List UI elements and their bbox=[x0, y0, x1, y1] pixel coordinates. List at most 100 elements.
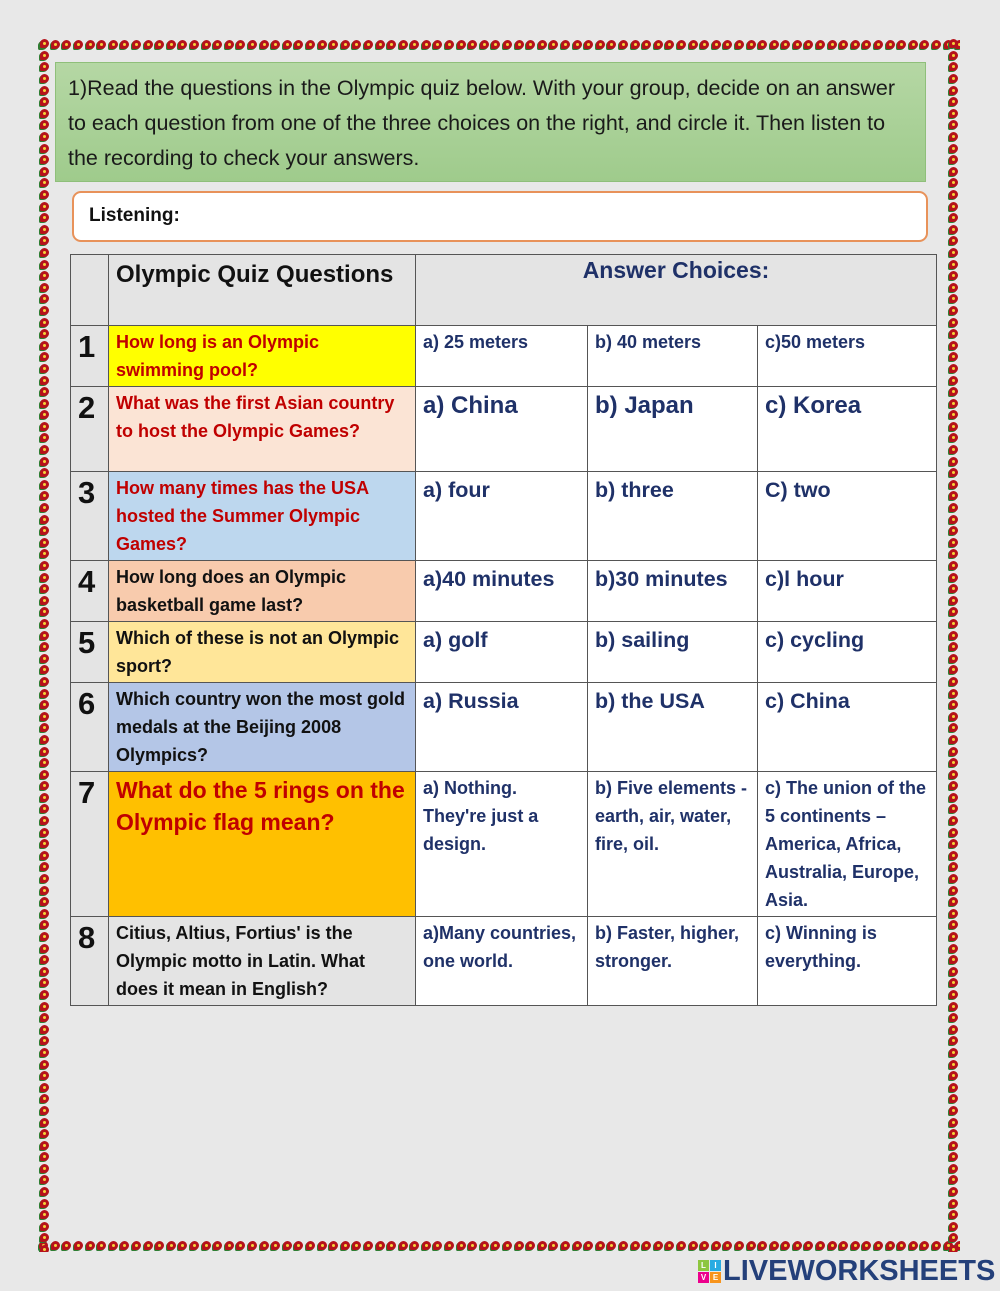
flower-icon bbox=[39, 664, 50, 675]
flower-icon bbox=[39, 722, 50, 733]
flower-icon bbox=[189, 39, 200, 50]
flower-icon bbox=[39, 467, 50, 478]
flower-icon bbox=[572, 1240, 583, 1251]
flower-icon bbox=[780, 39, 791, 50]
flower-icon bbox=[39, 189, 50, 200]
question-text: Citius, Altius, Fortius' is the Olympic … bbox=[108, 916, 416, 1006]
answer-choice-c[interactable]: c) Korea bbox=[757, 386, 937, 472]
answer-choice-c[interactable]: c) Winning is everything. bbox=[757, 916, 937, 1006]
flower-icon bbox=[61, 39, 72, 50]
flower-icon bbox=[39, 502, 50, 513]
flower-icon bbox=[948, 966, 959, 977]
flower-icon bbox=[948, 1093, 959, 1104]
answer-choice-a[interactable]: a) Russia bbox=[415, 682, 588, 772]
flower-icon bbox=[653, 1240, 664, 1251]
flower-icon bbox=[885, 1240, 896, 1251]
flower-icon bbox=[948, 583, 959, 594]
flower-icon bbox=[39, 1024, 50, 1035]
flower-icon bbox=[838, 39, 849, 50]
flower-icon bbox=[948, 1140, 959, 1151]
answer-choice-b[interactable]: b) Faster, higher, stronger. bbox=[587, 916, 758, 1006]
flower-icon bbox=[948, 1035, 959, 1046]
answer-choice-a[interactable]: a) 25 meters bbox=[415, 325, 588, 387]
flower-icon bbox=[39, 61, 50, 72]
answer-choice-b[interactable]: b)30 minutes bbox=[587, 560, 758, 622]
flower-icon bbox=[39, 50, 50, 61]
flower-icon bbox=[73, 1240, 84, 1251]
answer-choice-a[interactable]: a) four bbox=[415, 471, 588, 561]
flower-icon bbox=[177, 1240, 188, 1251]
flower-icon bbox=[769, 39, 780, 50]
flower-icon bbox=[948, 50, 959, 61]
flower-icon bbox=[247, 39, 258, 50]
flower-icon bbox=[948, 1186, 959, 1197]
answer-choice-c[interactable]: c) cycling bbox=[757, 621, 937, 683]
flower-icon bbox=[948, 166, 959, 177]
answer-choice-c[interactable]: c) The union of the 5 continents – Ameri… bbox=[757, 771, 937, 917]
answer-choice-a[interactable]: a) China bbox=[415, 386, 588, 472]
flower-icon bbox=[39, 792, 50, 803]
flower-icon bbox=[409, 39, 420, 50]
flower-icon bbox=[212, 1240, 223, 1251]
answer-choice-a[interactable]: a) golf bbox=[415, 621, 588, 683]
flower-icon bbox=[827, 1240, 838, 1251]
flower-icon bbox=[688, 1240, 699, 1251]
flower-icon bbox=[73, 39, 84, 50]
flower-icon bbox=[502, 39, 513, 50]
flower-icon bbox=[861, 39, 872, 50]
flower-icon bbox=[948, 247, 959, 258]
flower-icon bbox=[305, 39, 316, 50]
flower-icon bbox=[948, 1047, 959, 1058]
flower-icon bbox=[39, 317, 50, 328]
answer-choice-b[interactable]: b) Five elements - earth, air, water, fi… bbox=[587, 771, 758, 917]
flower-icon bbox=[815, 39, 826, 50]
flower-icon bbox=[39, 560, 50, 571]
flower-icon bbox=[792, 39, 803, 50]
answer-choice-b[interactable]: b) the USA bbox=[587, 682, 758, 772]
quiz-row: 6 Which country won the most gold medals … bbox=[70, 682, 937, 772]
flower-icon bbox=[502, 1240, 513, 1251]
flower-icon bbox=[39, 1151, 50, 1162]
listening-box[interactable]: Listening: bbox=[72, 191, 928, 242]
flower-icon bbox=[270, 39, 281, 50]
answer-choice-b[interactable]: b) sailing bbox=[587, 621, 758, 683]
flower-icon bbox=[39, 1221, 50, 1232]
flower-icon bbox=[641, 1240, 652, 1251]
answer-choice-c[interactable]: c)l hour bbox=[757, 560, 937, 622]
flower-icon bbox=[467, 39, 478, 50]
quiz-row: 8 Citius, Altius, Fortius' is the Olympic… bbox=[70, 916, 937, 1006]
answer-choice-b[interactable]: b) Japan bbox=[587, 386, 758, 472]
flower-icon bbox=[873, 39, 884, 50]
flower-icon bbox=[224, 1240, 235, 1251]
flower-icon bbox=[630, 39, 641, 50]
flower-icon bbox=[85, 39, 96, 50]
flower-icon bbox=[166, 39, 177, 50]
live-badge-icon: LIVE bbox=[698, 1259, 721, 1283]
answer-choice-a[interactable]: a)40 minutes bbox=[415, 560, 588, 622]
flower-icon bbox=[630, 1240, 641, 1251]
flower-icon bbox=[560, 1240, 571, 1251]
flower-icon bbox=[948, 1151, 959, 1162]
flower-icon bbox=[757, 1240, 768, 1251]
flower-icon bbox=[154, 1240, 165, 1251]
flower-icon bbox=[948, 1117, 959, 1128]
answer-choice-a[interactable]: a) Nothing. They're just a design. bbox=[415, 771, 588, 917]
answer-choice-c[interactable]: C) two bbox=[757, 471, 937, 561]
flower-icon bbox=[885, 39, 896, 50]
answer-choice-a[interactable]: a)Many countries, one world. bbox=[415, 916, 588, 1006]
badge-letter: E bbox=[710, 1271, 721, 1283]
answer-choice-c[interactable]: c) China bbox=[757, 682, 937, 772]
flower-icon bbox=[664, 39, 675, 50]
answer-choice-c[interactable]: c)50 meters bbox=[757, 325, 937, 387]
question-number: 7 bbox=[70, 771, 109, 917]
answer-choice-b[interactable]: b) 40 meters bbox=[587, 325, 758, 387]
flower-icon bbox=[908, 39, 919, 50]
flower-icon bbox=[548, 1240, 559, 1251]
flower-icon bbox=[948, 363, 959, 374]
flower-icon bbox=[39, 386, 50, 397]
flower-icon bbox=[948, 119, 959, 130]
quiz-row: 4 How long does an Olympic basketball gam… bbox=[70, 560, 937, 622]
answer-choice-b[interactable]: b) three bbox=[587, 471, 758, 561]
flower-icon bbox=[948, 398, 959, 409]
flower-icon bbox=[948, 293, 959, 304]
